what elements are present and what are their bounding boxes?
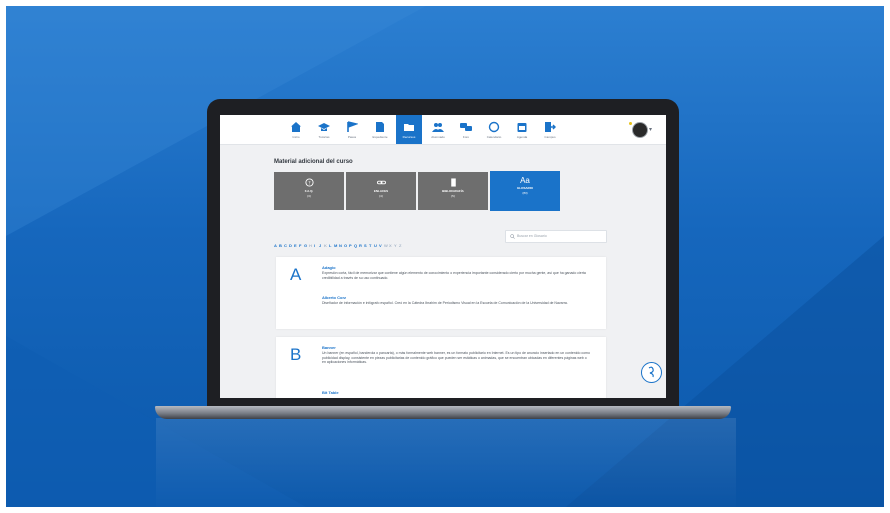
nav-item-foro[interactable]: Foro [453, 115, 479, 144]
nav-item-calendario[interactable]: Calendario [481, 115, 507, 144]
laptop-reflection [156, 418, 736, 507]
laptop-lid: Inicio Tutorías Pasos Expediente Recurso… [207, 99, 679, 412]
flag-icon [347, 121, 358, 132]
top-navigation: Inicio Tutorías Pasos Expediente Recurso… [220, 115, 666, 145]
laptop-screen: Inicio Tutorías Pasos Expediente Recurso… [220, 115, 666, 398]
search-icon [510, 234, 515, 239]
avatar[interactable] [632, 122, 648, 138]
glossary-term[interactable]: Adagio [322, 265, 336, 270]
glossary-term[interactable]: Bit Table [322, 390, 339, 395]
nav-item-campus[interactable]: Campus [537, 115, 563, 144]
page-title: Material adicional del curso [274, 159, 353, 165]
nav-item-pasos[interactable]: Pasos [339, 115, 365, 144]
home-icon [291, 122, 301, 132]
glossary-definition: Diseñador de información e infógrafo esp… [322, 301, 568, 305]
glossary-term[interactable]: Alberto Corz [322, 295, 346, 300]
section-letter: B [290, 345, 302, 364]
card-enlaces[interactable]: ENLACES (4) [346, 172, 416, 210]
help-logo-icon [648, 366, 654, 378]
folder-icon [404, 124, 414, 131]
alphabet-filter: A B C D E F G H I J K L M N O P Q R S T U V WX Y Z [274, 234, 474, 248]
link-icon [376, 180, 386, 185]
nav-item-expediente[interactable]: Expediente [367, 115, 393, 144]
glossary-term[interactable]: Banner [322, 345, 336, 350]
glossary-search-input[interactable]: Buscar en Glosario [505, 230, 607, 243]
laptop-base [155, 406, 731, 419]
faq-icon: ? [304, 178, 314, 187]
document-icon [376, 122, 384, 132]
card-bibliografia[interactable]: BIBLIOGRAFÍA (5) [418, 172, 488, 210]
card-faq[interactable]: ? F.A.Q. (3) [274, 172, 344, 210]
glossary-section-b: B Banner Un banner (en español, banderol… [276, 337, 606, 398]
nav-item-tutorias[interactable]: Tutorías [311, 115, 337, 144]
glossary-definition: Un banner (en español, banderola o panca… [322, 351, 590, 365]
chevron-down-icon[interactable]: ▾ [649, 126, 652, 133]
book-icon [450, 178, 456, 187]
alphabet-letter: Z [399, 243, 402, 248]
glossary-icon: Aa [520, 176, 530, 185]
card-glosario[interactable]: Aa GLOSARIO (83) [490, 171, 560, 211]
clock-icon [488, 121, 500, 133]
exit-icon [545, 122, 556, 132]
glossary-definition: Expresión corta, fácil de memorizar que … [322, 271, 586, 280]
calendar-icon [517, 123, 527, 132]
nav-item-recursos[interactable]: Recursos [396, 115, 422, 144]
nav-item-inicio[interactable]: Inicio [283, 115, 309, 144]
people-icon [432, 123, 444, 132]
status-dot [629, 122, 632, 125]
chat-icon [460, 123, 472, 131]
graduation-cap-icon [318, 123, 330, 131]
help-badge[interactable] [641, 362, 662, 383]
nav-item-agenda[interactable]: Agenda [509, 115, 535, 144]
nav-item-alumnado[interactable]: Alumnado [425, 115, 451, 144]
section-letter: A [290, 265, 302, 284]
glossary-section-a: A Adagio Expresión corta, fácil de memor… [276, 257, 606, 329]
